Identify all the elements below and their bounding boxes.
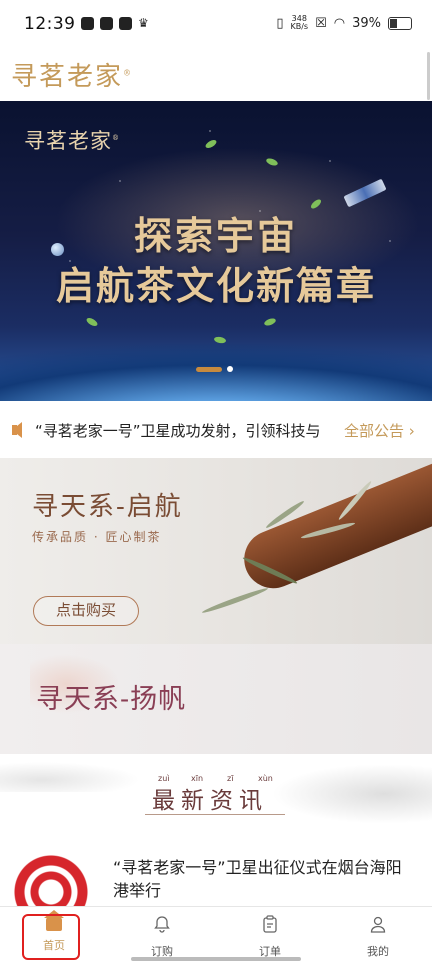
promo-title: 寻天系-启航 <box>32 492 183 522</box>
news-section-title: 最新资讯 <box>152 788 268 814</box>
wifi-icon: ◠ <box>333 15 346 31</box>
news-section-header: zuì xīn zī xùn 最新资讯 <box>0 754 432 834</box>
battery-icon <box>388 16 412 30</box>
crown-icon: ♛ <box>138 16 149 30</box>
no-sim-icon: ☒ <box>315 15 327 31</box>
speaker-icon-cone <box>12 422 22 438</box>
mail-icon <box>119 17 132 30</box>
brand-logo: 寻茗老家® <box>11 62 134 92</box>
person-icon <box>370 916 386 933</box>
promo-title: 寻天系-扬帆 <box>36 684 187 715</box>
gesture-bar[interactable] <box>131 957 301 961</box>
tab-label: 我的 <box>367 945 389 958</box>
news-thumbnail <box>13 854 89 906</box>
vibrate-icon: ▯ <box>276 15 284 31</box>
promo-card-qihang[interactable]: 寻天系-启航 传承品质 · 匠心制茶 点击购买 <box>0 458 432 644</box>
ink-mountain-decoration <box>0 762 140 792</box>
carousel-indicator <box>196 366 233 372</box>
status-right: ▯ 348 KB/s ☒ ◠ 39% <box>276 15 412 31</box>
tea-leaf-image <box>201 586 269 615</box>
clipboard-icon <box>263 915 277 933</box>
bell-icon <box>154 916 170 933</box>
chevron-right-icon: › <box>408 422 415 440</box>
scrollbar[interactable] <box>427 52 430 100</box>
all-announcements-link[interactable]: 全部公告 › <box>344 420 415 441</box>
divider <box>145 814 285 815</box>
network-speed: 348 KB/s <box>290 14 309 31</box>
status-time: 12:39 <box>24 14 76 34</box>
ink-mountain-decoration <box>272 764 432 824</box>
carousel-dot-active[interactable] <box>196 366 222 372</box>
tiktok-icon <box>81 17 94 30</box>
notification-icons: ♛ <box>81 17 151 30</box>
announcement-bar[interactable]: “寻茗老家一号”卫星成功发射，引领科技与 全部公告 › <box>0 401 432 458</box>
news-title[interactable]: “寻茗老家一号”卫星出征仪式在烟台海阳港举行 <box>113 856 413 902</box>
status-bar: 12:39 ♛ ▯ 348 KB/s ☒ ◠ 39% <box>0 0 432 50</box>
banner-headline: 探索宇宙 <box>133 213 298 258</box>
app-header: 寻茗老家® <box>0 50 432 101</box>
hero-banner[interactable]: 寻茗老家® 探索宇宙 启航茶文化新篇章 <box>0 101 432 401</box>
promo-subtitle: 传承品质 · 匠心制茶 <box>32 530 162 544</box>
promo-card-yangfan[interactable]: 寻天系-扬帆 <box>0 644 432 754</box>
battery-percent: 39% <box>352 15 381 31</box>
buy-now-button[interactable]: 点击购买 <box>33 596 139 626</box>
home-tab-highlight <box>22 914 80 960</box>
banner-brand: 寻茗老家® <box>24 129 120 153</box>
news-list-item[interactable]: “寻茗老家一号”卫星出征仪式在烟台海阳港举行 <box>0 834 432 906</box>
tab-profile[interactable]: 我的 <box>324 907 432 965</box>
announcement-text[interactable]: “寻茗老家一号”卫星成功发射，引领科技与 <box>35 420 331 441</box>
carousel-dot[interactable] <box>227 366 233 372</box>
app-notification-icon <box>100 17 113 30</box>
banner-subheadline: 启航茶文化新篇章 <box>55 263 376 308</box>
